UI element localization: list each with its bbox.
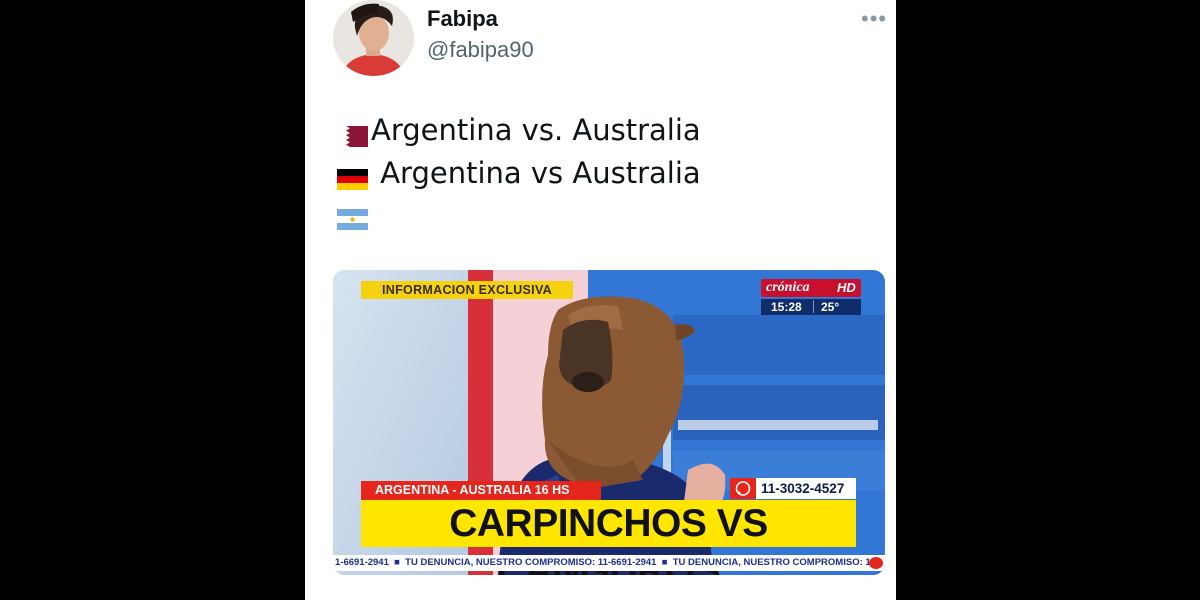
- channel-hd-text: HD: [837, 280, 856, 295]
- tweet-line: Argentina vs. Australia: [337, 113, 701, 147]
- tweet-line: [337, 203, 371, 230]
- channel-logo: crónica HD 15:28 25°: [761, 279, 861, 317]
- whatsapp-icon: [730, 478, 756, 499]
- tweet-line-text: Argentina vs Australia: [371, 156, 701, 190]
- tweet-line-text: Argentina vs. Australia: [371, 113, 701, 147]
- avatar[interactable]: [333, 0, 414, 76]
- ticker-bar: 1-6691-2941 ■ TU DENUNCIA, NUESTRO COMPR…: [333, 555, 885, 571]
- temperature-text: 25°: [821, 300, 840, 314]
- channel-logo-text: crónica: [766, 280, 810, 295]
- exclusive-label: INFORMACION EXCLUSIVA: [361, 281, 573, 299]
- qatar-flag-icon: [337, 120, 368, 147]
- divider: [813, 300, 814, 313]
- argentina-flag-icon: [337, 203, 368, 230]
- phone-number-text: 11-3032-4527: [761, 481, 845, 496]
- match-info-bar: ARGENTINA - AUSTRALIA 16 HS: [361, 481, 601, 500]
- germany-flag-icon: [337, 163, 368, 190]
- ticker-text: 1-6691-2941 ■ TU DENUNCIA, NUESTRO COMPR…: [335, 557, 876, 568]
- tweet-card: Fabipa @fabipa90 ••• Argentina vs. Austr…: [305, 0, 896, 600]
- display-name[interactable]: Fabipa: [427, 6, 498, 32]
- more-options-icon[interactable]: •••: [861, 6, 887, 32]
- match-info-text: ARGENTINA - AUSTRALIA 16 HS: [375, 483, 570, 497]
- tweet-line: Argentina vs Australia: [337, 156, 701, 190]
- phone-bar: 11-3032-4527: [730, 478, 856, 499]
- headline-bar: CARPINCHOS VS CANGUROS: [361, 500, 856, 575]
- user-handle[interactable]: @fabipa90: [427, 37, 534, 63]
- ticker-logo-icon: [869, 557, 883, 569]
- clock-text: 15:28: [771, 300, 802, 314]
- tweet-media-image[interactable]: INFORMACION EXCLUSIVA crónica HD 15:28 2…: [333, 270, 885, 575]
- exclusive-label-text: INFORMACION EXCLUSIVA: [382, 283, 552, 297]
